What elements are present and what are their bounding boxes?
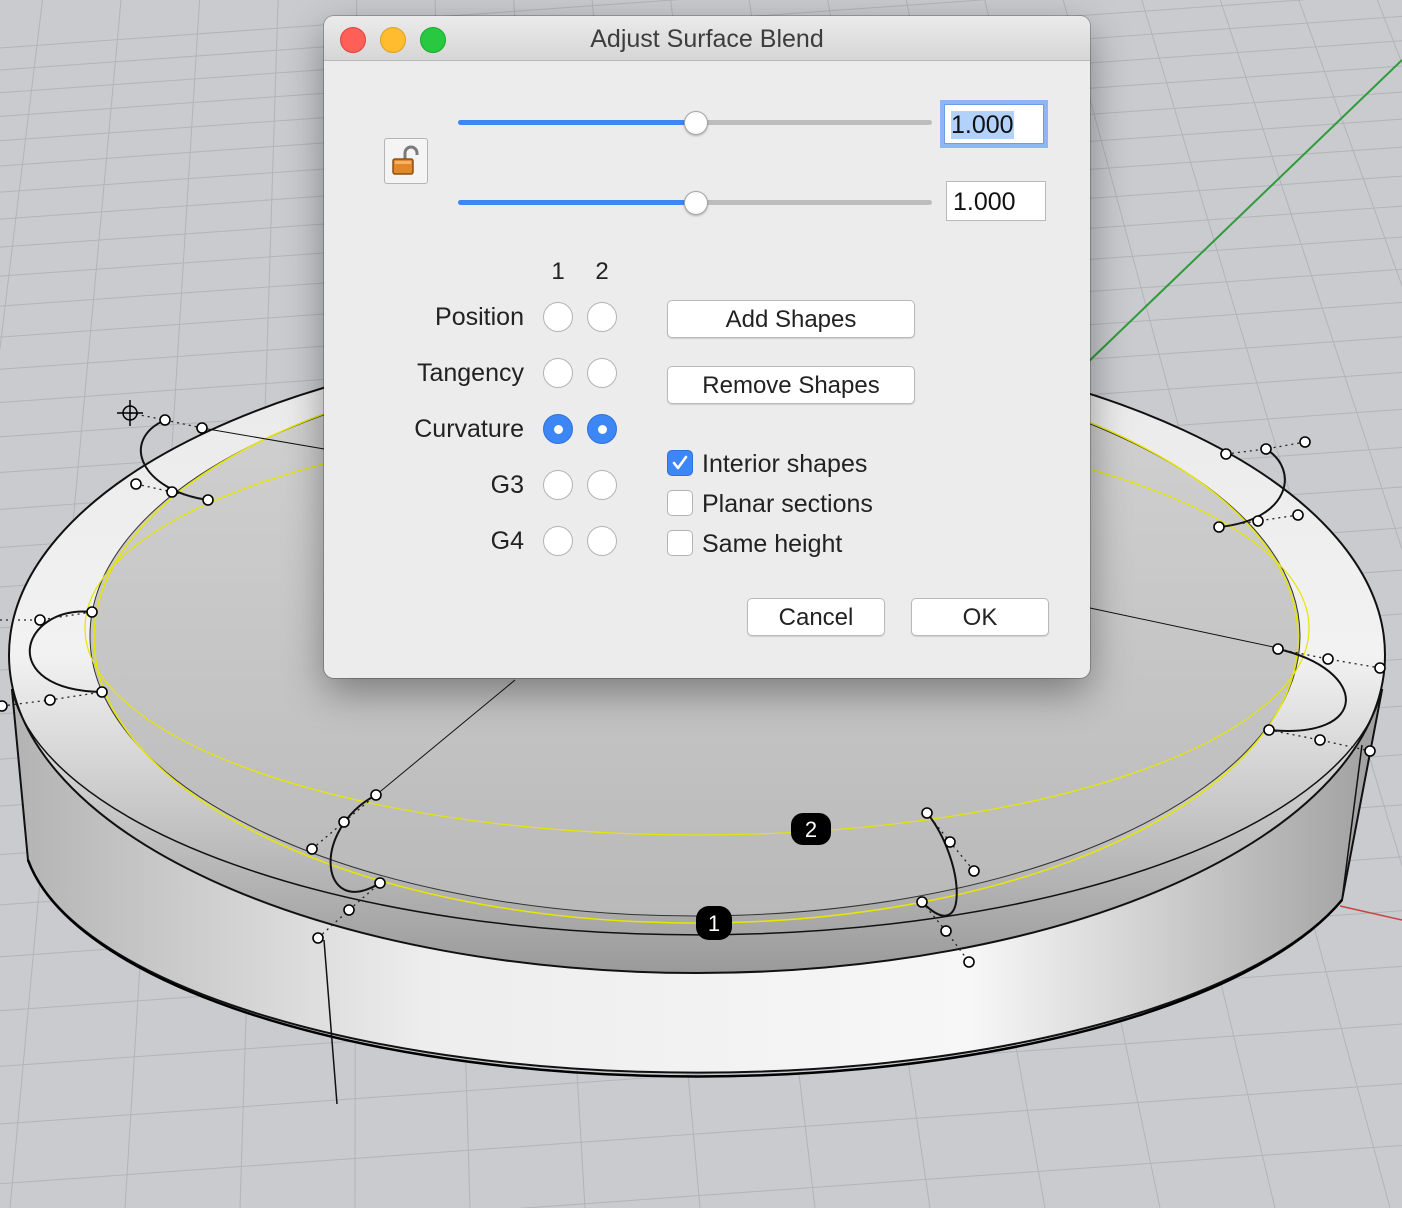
edge-marker-1[interactable]: 1 [696, 906, 732, 940]
control-point[interactable] [1299, 436, 1311, 448]
slider-knob[interactable] [684, 191, 708, 215]
g3-radio-2[interactable] [587, 470, 617, 500]
control-point[interactable] [1263, 724, 1275, 736]
control-point[interactable] [159, 414, 171, 426]
blend-value-field-2[interactable]: 1.000 [946, 181, 1046, 221]
continuity-label-curvature: Curvature [414, 415, 524, 443]
lock-sliders-button[interactable] [384, 138, 428, 184]
control-point[interactable] [940, 925, 952, 937]
control-point[interactable] [0, 700, 8, 712]
control-point[interactable] [1314, 734, 1326, 746]
control-point[interactable] [338, 816, 350, 828]
control-point[interactable] [374, 877, 386, 889]
control-point[interactable] [166, 486, 178, 498]
planar-sections-label: Planar sections [702, 490, 873, 518]
control-point[interactable] [44, 694, 56, 706]
control-point[interactable] [1292, 509, 1304, 521]
control-point[interactable] [130, 478, 142, 490]
blend-slider-1[interactable] [458, 108, 932, 138]
tangency-radio-2[interactable] [587, 358, 617, 388]
control-point[interactable] [1252, 515, 1264, 527]
title-bar[interactable]: Adjust Surface Blend [324, 16, 1090, 61]
checkmark-icon [672, 455, 688, 470]
continuity-label-tangency: Tangency [416, 359, 524, 387]
same-height-checkbox[interactable] [667, 530, 693, 556]
control-point[interactable] [1374, 662, 1386, 674]
g3-radio-1[interactable] [543, 470, 573, 500]
interior-shapes-label: Interior shapes [702, 450, 868, 478]
slider-fill [458, 120, 695, 125]
ok-button[interactable]: OK [911, 598, 1049, 636]
continuity-label-position: Position [435, 303, 524, 331]
svg-text:1: 1 [708, 911, 720, 936]
planar-sections-checkbox[interactable] [667, 490, 693, 516]
control-point[interactable] [370, 789, 382, 801]
control-point[interactable] [1260, 443, 1272, 455]
control-point[interactable] [96, 686, 108, 698]
control-point[interactable] [312, 932, 324, 944]
control-point[interactable] [306, 843, 318, 855]
edge-marker-2[interactable]: 2 [791, 813, 831, 845]
g4-radio-1[interactable] [543, 526, 573, 556]
column-header-2: 2 [595, 258, 609, 285]
continuity-label-g3: G3 [490, 471, 524, 499]
svg-text:2: 2 [805, 817, 817, 842]
same-height-label: Same height [702, 530, 843, 558]
continuity-label-g4: G4 [490, 527, 524, 555]
position-radio-2[interactable] [587, 302, 617, 332]
control-point[interactable] [86, 606, 98, 618]
blend-value-field-1[interactable]: 1.000 [944, 104, 1044, 144]
column-header-1: 1 [551, 258, 565, 285]
blend-slider-2[interactable] [458, 188, 932, 218]
interior-shapes-checkbox[interactable] [667, 450, 693, 476]
adjust-surface-blend-dialog: Adjust Surface Blend 1.000 1.000 1 2 Pos… [324, 16, 1090, 678]
unlocked-padlock-icon [392, 145, 419, 175]
control-point[interactable] [1272, 643, 1284, 655]
slider-fill [458, 200, 695, 205]
control-point[interactable] [343, 904, 355, 916]
tangency-radio-1[interactable] [543, 358, 573, 388]
control-point[interactable] [916, 896, 928, 908]
control-point[interactable] [1213, 521, 1225, 533]
control-point[interactable] [963, 956, 975, 968]
control-point[interactable] [202, 494, 214, 506]
control-point[interactable] [944, 836, 956, 848]
control-point[interactable] [1322, 653, 1334, 665]
control-point[interactable] [1220, 448, 1232, 460]
slider-knob[interactable] [684, 111, 708, 135]
control-point[interactable] [968, 865, 980, 877]
dialog-title: Adjust Surface Blend [590, 25, 824, 53]
control-point[interactable] [34, 614, 46, 626]
g4-radio-2[interactable] [587, 526, 617, 556]
cancel-button[interactable]: Cancel [747, 598, 885, 636]
curvature-radio-2[interactable] [587, 414, 617, 444]
control-point[interactable] [921, 807, 933, 819]
position-radio-1[interactable] [543, 302, 573, 332]
control-point[interactable] [196, 422, 208, 434]
curvature-radio-1[interactable] [543, 414, 573, 444]
control-point[interactable] [1364, 745, 1376, 757]
remove-shapes-button[interactable]: Remove Shapes [667, 366, 915, 404]
add-shapes-button[interactable]: Add Shapes [667, 300, 915, 338]
